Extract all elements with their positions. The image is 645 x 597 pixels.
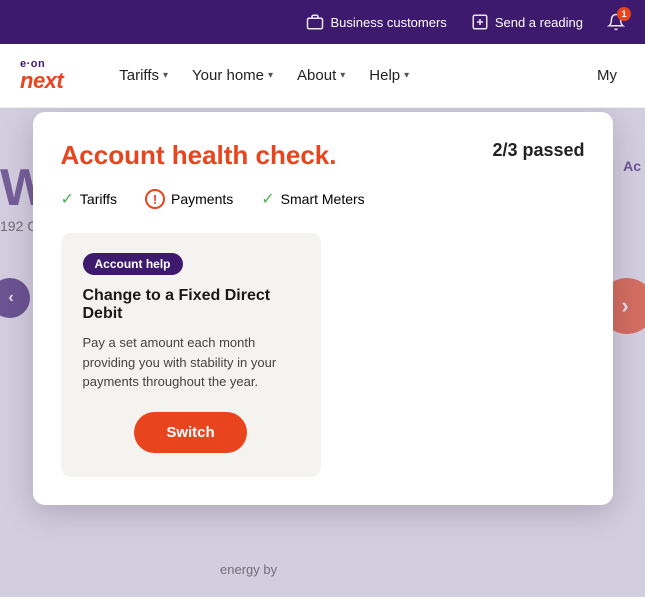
nav-my[interactable]: My — [589, 63, 625, 88]
notifications-link[interactable]: 1 — [607, 13, 625, 31]
account-help-card: Account help Change to a Fixed Direct De… — [61, 233, 321, 477]
nav-tariffs[interactable]: Tariffs ▾ — [111, 63, 176, 88]
chevron-down-icon: ▾ — [163, 70, 168, 81]
chevron-down-icon: ▾ — [404, 70, 409, 81]
business-customers-label: Business customers — [330, 15, 446, 30]
nav-about[interactable]: About ▾ — [289, 63, 353, 88]
check-tariffs-label: Tariffs — [80, 191, 117, 207]
chevron-down-icon: ▾ — [340, 70, 345, 81]
top-bar: Business customers Send a reading 1 — [0, 0, 645, 44]
check-warn-icon: ! — [145, 189, 165, 209]
nav-your-home[interactable]: Your home ▾ — [184, 63, 281, 88]
briefcase-icon — [306, 13, 324, 31]
nav-your-home-label: Your home — [192, 67, 264, 84]
nav-about-label: About — [297, 67, 336, 84]
nav-tariffs-label: Tariffs — [119, 67, 159, 84]
card-description: Pay a set amount each month providing yo… — [83, 333, 299, 392]
card-title: Change to a Fixed Direct Debit — [83, 287, 299, 323]
chevron-down-icon: ▾ — [268, 70, 273, 81]
main-background: W 192 G Ac ‹ › t paym payment ment is s … — [0, 108, 645, 597]
meter-icon — [471, 13, 489, 31]
nav-items: Tariffs ▾ Your home ▾ About ▾ Help ▾ My — [111, 63, 625, 88]
check-smart-meters-label: Smart Meters — [281, 191, 365, 207]
business-customers-link[interactable]: Business customers — [306, 13, 446, 31]
check-payments: ! Payments — [145, 189, 233, 209]
check-smart-meters: ✓ Smart Meters — [261, 189, 364, 209]
modal-overlay: Account health check. 2/3 passed ✓ Tarif… — [0, 108, 645, 597]
logo-next: next — [20, 70, 63, 92]
check-pass-icon: ✓ — [61, 189, 74, 209]
logo[interactable]: e·on next — [20, 59, 63, 92]
nav-bar: e·on next Tariffs ▾ Your home ▾ About ▾ … — [0, 44, 645, 108]
switch-button[interactable]: Switch — [134, 412, 246, 453]
nav-help[interactable]: Help ▾ — [361, 63, 417, 88]
modal-score: 2/3 passed — [492, 140, 584, 161]
nav-help-label: Help — [369, 67, 400, 84]
account-health-modal: Account health check. 2/3 passed ✓ Tarif… — [33, 112, 613, 505]
check-tariffs: ✓ Tariffs — [61, 189, 118, 209]
check-pass-icon: ✓ — [261, 189, 274, 209]
send-reading-link[interactable]: Send a reading — [471, 13, 583, 31]
modal-checks: ✓ Tariffs ! Payments ✓ Smart Meters — [61, 189, 585, 209]
nav-my-label: My — [597, 67, 617, 84]
check-payments-label: Payments — [171, 191, 233, 207]
modal-header: Account health check. 2/3 passed — [61, 140, 585, 171]
modal-title: Account health check. — [61, 140, 337, 171]
notification-count: 1 — [617, 7, 631, 21]
send-reading-label: Send a reading — [495, 15, 583, 30]
account-help-badge: Account help — [83, 253, 183, 275]
